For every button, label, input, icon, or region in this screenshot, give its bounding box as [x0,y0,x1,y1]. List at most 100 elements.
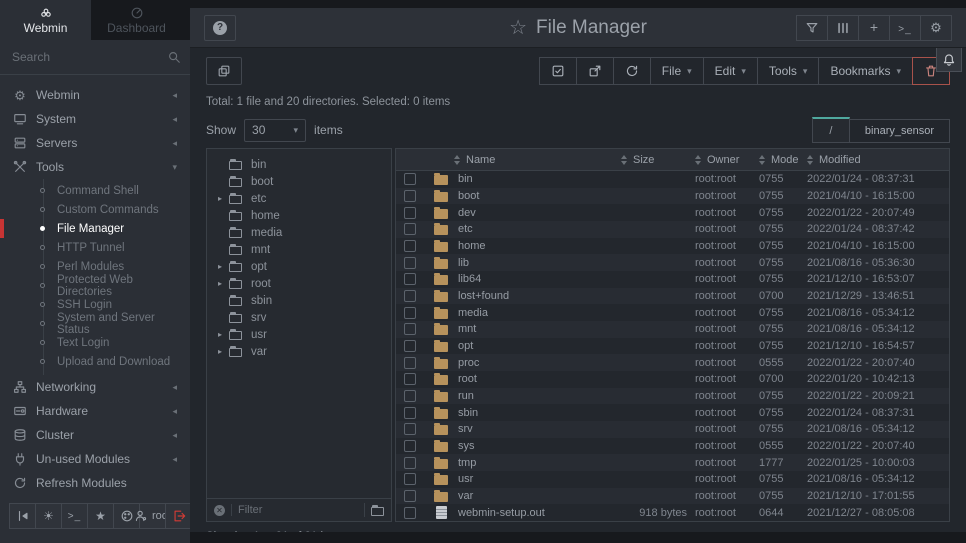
tree-item-sbin[interactable]: sbin [207,292,391,309]
tree-item-media[interactable]: media [207,224,391,241]
share-button[interactable] [576,57,614,85]
tree-item-opt[interactable]: ▸opt [207,258,391,275]
menu-edit-button[interactable]: Edit▾ [703,57,758,85]
row-checkbox[interactable] [404,423,416,435]
sidebar-item-servers[interactable]: Servers◂ [0,131,190,155]
row-checkbox[interactable] [404,257,416,269]
sidebar-item-text-login[interactable]: Text Login [0,333,190,352]
row-checkbox[interactable] [404,240,416,252]
table-row-webmin-setup-out[interactable]: webmin-setup.out918 bytesroot:root064420… [396,504,949,521]
sidebar-item-protected-web-directories[interactable]: Protected Web Directories [0,276,190,295]
column-header-modified[interactable]: Modified [807,154,949,166]
row-checkbox[interactable] [404,273,416,285]
tree-item-boot[interactable]: boot [207,173,391,190]
row-checkbox[interactable] [404,357,416,369]
sidebar-item-hardware[interactable]: Hardware◂ [0,399,190,423]
notifications-button[interactable] [936,48,962,72]
table-row-run[interactable]: runroot:root07552022/01/22 - 20:09:21 [396,388,949,405]
select-all-button[interactable] [539,57,577,85]
tab-webmin[interactable]: Webmin [0,0,91,40]
row-checkbox[interactable] [404,223,416,235]
menu-file-button[interactable]: File▾ [650,57,704,85]
star-outline-icon[interactable]: ☆ [509,15,527,40]
row-checkbox[interactable] [404,440,416,452]
table-row-boot[interactable]: bootroot:root07552021/04/10 - 16:15:00 [396,188,949,205]
row-checkbox[interactable] [404,507,416,519]
expander-icon[interactable]: ▸ [218,279,229,288]
expander-icon[interactable]: ▸ [218,194,229,203]
table-row-lost-found[interactable]: lost+foundroot:root07002021/12/29 - 13:4… [396,288,949,305]
row-checkbox[interactable] [404,490,416,502]
tree-item-home[interactable]: home [207,207,391,224]
folder-icon[interactable] [371,507,384,516]
tree-item-root[interactable]: ▸root [207,275,391,292]
sidebar-item-system-and-server-status[interactable]: System and Server Status [0,314,190,333]
table-row-srv[interactable]: srvroot:root07552021/08/16 - 05:34:12 [396,421,949,438]
sidebar-item-tools[interactable]: Tools▾ [0,155,190,179]
table-row-proc[interactable]: procroot:root05552022/01/22 - 20:07:40 [396,354,949,371]
sidebar-item-http-tunnel[interactable]: HTTP Tunnel [0,238,190,257]
row-checkbox[interactable] [404,290,416,302]
column-header-size[interactable]: Size [621,154,695,166]
expander-icon[interactable]: ▸ [218,330,229,339]
menu-tools-button[interactable]: Tools▾ [757,57,820,85]
terminal-button[interactable]: >_ [61,503,88,529]
page-size-select[interactable]: 30 ▾ [244,119,306,142]
row-checkbox[interactable] [404,190,416,202]
row-checkbox[interactable] [404,473,416,485]
favorites-button[interactable]: ★ [87,503,114,529]
table-row-mnt[interactable]: mntroot:root07552021/08/16 - 05:34:12 [396,321,949,338]
row-checkbox[interactable] [404,307,416,319]
row-checkbox[interactable] [404,407,416,419]
collapse-sidebar-button[interactable] [9,503,36,529]
settings-button[interactable]: ⚙ [920,15,952,41]
help-button[interactable]: ? [204,15,236,41]
expander-icon[interactable]: ▸ [218,262,229,271]
terminal-button[interactable]: >_ [889,15,921,41]
table-row-tmp[interactable]: tmproot:root17772022/01/25 - 10:00:03 [396,454,949,471]
row-checkbox[interactable] [404,390,416,402]
table-row-etc[interactable]: etcroot:root07552022/01/24 - 08:37:42 [396,221,949,238]
table-row-lib64[interactable]: lib64root:root07552021/12/10 - 16:53:07 [396,271,949,288]
sidebar-item-un-used-modules[interactable]: Un-used Modules◂ [0,447,190,471]
refresh-button[interactable] [613,57,651,85]
sidebar-item-webmin[interactable]: ⚙Webmin◂ [0,83,190,107]
row-checkbox[interactable] [404,340,416,352]
tree-item-etc[interactable]: ▸etc [207,190,391,207]
row-checkbox[interactable] [404,373,416,385]
row-checkbox[interactable] [404,457,416,469]
table-row-root[interactable]: rootroot:root07002022/01/20 - 10:42:13 [396,371,949,388]
table-row-bin[interactable]: binroot:root07552022/01/24 - 08:37:31 [396,171,949,188]
sidebar-item-upload-and-download[interactable]: Upload and Download [0,352,190,371]
sidebar-item-refresh-modules[interactable]: Refresh Modules [0,471,190,495]
column-header-mode[interactable]: Mode [759,154,807,166]
tree-item-bin[interactable]: bin [207,156,391,173]
clear-filter-icon[interactable]: ✕ [214,505,225,516]
column-header-owner[interactable]: Owner [695,154,759,166]
copy-button[interactable] [206,57,242,85]
table-row-sys[interactable]: sysroot:root05552022/01/22 - 20:07:40 [396,438,949,455]
tree-filter-input[interactable] [238,504,358,516]
row-checkbox[interactable] [404,173,416,185]
expander-icon[interactable]: ▸ [218,347,229,356]
logout-button[interactable] [165,503,192,529]
table-row-lib[interactable]: libroot:root07552021/08/16 - 05:36:30 [396,254,949,271]
search-input[interactable] [12,50,167,64]
table-row-home[interactable]: homeroot:root07552021/04/10 - 16:15:00 [396,238,949,255]
table-row-media[interactable]: mediaroot:root07552021/08/16 - 05:34:12 [396,304,949,321]
columns-button[interactable] [827,15,859,41]
tab-dashboard[interactable]: Dashboard [91,0,182,40]
plus-button[interactable]: + [858,15,890,41]
filter-button[interactable] [796,15,828,41]
row-checkbox[interactable] [404,323,416,335]
column-header-name[interactable]: Name [424,154,621,166]
table-row-dev[interactable]: devroot:root07552022/01/22 - 20:07:49 [396,204,949,221]
table-row-var[interactable]: varroot:root07552021/12/10 - 17:01:55 [396,488,949,505]
theme-button[interactable]: ☀ [35,503,62,529]
table-row-sbin[interactable]: sbinroot:root07552022/01/24 - 08:37:31 [396,404,949,421]
sidebar-item-system[interactable]: System◂ [0,107,190,131]
tree-item-usr[interactable]: ▸usr [207,326,391,343]
table-row-opt[interactable]: optroot:root07552021/12/10 - 16:54:57 [396,338,949,355]
menu-bookmarks-button[interactable]: Bookmarks▾ [818,57,913,85]
sidebar-item-networking[interactable]: Networking◂ [0,375,190,399]
